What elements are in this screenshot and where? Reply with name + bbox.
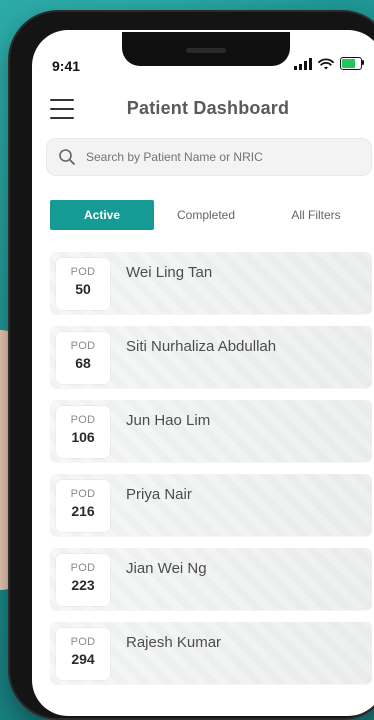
page-title: Patient Dashboard xyxy=(126,98,290,118)
search-bar[interactable] xyxy=(46,138,372,176)
pod-number: 216 xyxy=(71,503,95,519)
status-time: 9:41 xyxy=(52,58,81,74)
pod-label: POD xyxy=(70,488,96,500)
pod-label: POD xyxy=(70,414,96,426)
patient-name: Jun Hao Lim xyxy=(126,412,211,429)
patient-name: Siti Nurhaliza Abdullah xyxy=(126,338,277,355)
notch-speaker xyxy=(186,48,226,53)
pod-number: 223 xyxy=(71,577,95,593)
scene: 9:41 Patient Dashboard Search by Patient… xyxy=(0,0,374,720)
patient-list: POD 50 Wei Ling Tan POD 68 Siti Nurhaliz… xyxy=(50,252,372,696)
pod-badge: POD 50 xyxy=(56,258,110,310)
header: Patient Dashboard xyxy=(32,88,374,132)
tab-completed[interactable]: Completed xyxy=(154,200,258,230)
status-icons xyxy=(294,57,364,70)
pod-badge: POD 223 xyxy=(56,554,110,606)
pod-badge: POD 216 xyxy=(56,480,110,532)
phone-notch xyxy=(122,32,290,66)
patient-name: Rajesh Kumar xyxy=(126,634,222,651)
status-tabs: Active Completed All Filters xyxy=(50,200,374,230)
pod-label: POD xyxy=(70,340,96,352)
signal-icon xyxy=(294,57,312,70)
battery-icon xyxy=(340,57,364,70)
pod-label: POD xyxy=(70,562,96,574)
patient-row[interactable]: POD 223 Jian Wei Ng xyxy=(50,548,372,610)
pod-number: 294 xyxy=(71,651,95,667)
tab-all-filters[interactable]: All Filters xyxy=(258,200,374,230)
phone-screen: 9:41 Patient Dashboard Search by Patient… xyxy=(32,30,374,716)
pod-label: POD xyxy=(70,636,96,648)
battery-fill xyxy=(342,59,355,68)
patient-row[interactable]: POD 294 Rajesh Kumar xyxy=(50,622,372,684)
pod-badge: POD 294 xyxy=(56,628,110,680)
search-input[interactable] xyxy=(84,149,358,165)
pod-label: POD xyxy=(70,266,96,278)
search-icon xyxy=(50,138,84,176)
patient-row[interactable]: POD 216 Priya Nair xyxy=(50,474,372,536)
patient-name: Jian Wei Ng xyxy=(126,560,207,577)
pod-number: 50 xyxy=(75,281,91,297)
patient-row[interactable]: POD 50 Wei Ling Tan xyxy=(50,252,372,314)
pod-badge: POD 68 xyxy=(56,332,110,384)
tab-active[interactable]: Active xyxy=(50,200,154,230)
pod-number: 68 xyxy=(75,355,91,371)
patient-row[interactable]: POD 68 Siti Nurhaliza Abdullah xyxy=(50,326,372,388)
pod-number: 106 xyxy=(71,429,95,445)
wifi-icon xyxy=(318,57,334,70)
phone-frame: 9:41 Patient Dashboard Search by Patient… xyxy=(10,12,374,718)
patient-name: Priya Nair xyxy=(126,486,192,503)
pod-badge: POD 106 xyxy=(56,406,110,458)
patient-name: Wei Ling Tan xyxy=(126,264,213,281)
patient-row[interactable]: POD 106 Jun Hao Lim xyxy=(50,400,372,462)
